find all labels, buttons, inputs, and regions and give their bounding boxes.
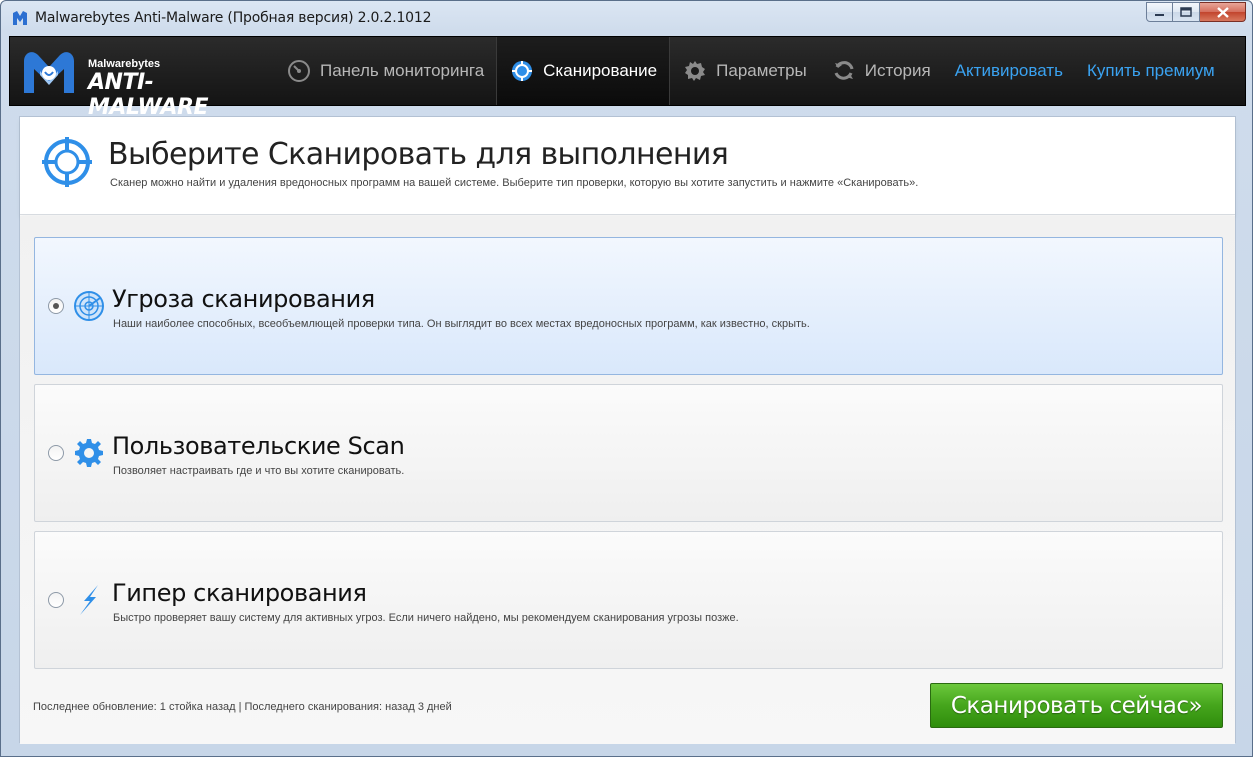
scan-target-icon bbox=[509, 58, 535, 84]
malwarebytes-logo-icon bbox=[13, 11, 27, 25]
lightning-icon bbox=[73, 584, 105, 616]
activate-link[interactable]: Активировать bbox=[943, 37, 1075, 105]
close-button[interactable] bbox=[1200, 2, 1246, 22]
gear-icon bbox=[682, 58, 708, 84]
main-nav: Панель мониторинга Сканирование Параметр… bbox=[274, 37, 1227, 105]
app-logo: Malwarebytes ANTI-MALWARE bbox=[18, 43, 258, 120]
app-header: Malwarebytes ANTI-MALWARE Панель монитор… bbox=[9, 36, 1246, 120]
logo-brand-small: Malwarebytes bbox=[88, 58, 161, 70]
minimize-button[interactable] bbox=[1146, 2, 1173, 22]
scan-option-threat-desc: Наши наиболее способных, всеобъемлющей п… bbox=[113, 318, 810, 330]
buy-premium-link[interactable]: Купить премиум bbox=[1075, 37, 1227, 105]
scan-option-hyper-radio[interactable] bbox=[48, 592, 64, 608]
scan-option-hyper-desc: Быстро проверяет вашу систему для активн… bbox=[113, 612, 739, 624]
scan-options-area: Угроза сканирования Наши наиболее способ… bbox=[20, 216, 1235, 744]
scan-target-icon bbox=[42, 137, 92, 187]
scan-option-threat[interactable]: Угроза сканирования Наши наиболее способ… bbox=[34, 237, 1223, 375]
nav-settings-label: Параметры bbox=[716, 61, 807, 80]
nav-dashboard[interactable]: Панель мониторинга bbox=[274, 37, 496, 105]
page-header: Выберите Сканировать для выполнения Скан… bbox=[20, 117, 1235, 215]
scan-option-custom[interactable]: Пользовательские Scan Позволяет настраив… bbox=[34, 384, 1223, 522]
scan-option-hyper-title: Гипер сканирования bbox=[112, 579, 367, 607]
nav-scan[interactable]: Сканирование bbox=[496, 37, 671, 105]
main-content: Выберите Сканировать для выполнения Скан… bbox=[19, 116, 1236, 744]
scan-option-threat-radio[interactable] bbox=[48, 298, 64, 314]
logo-brand-big: ANTI-MALWARE bbox=[88, 70, 209, 120]
scan-option-custom-title: Пользовательские Scan bbox=[112, 432, 405, 460]
malwarebytes-emblem-icon bbox=[24, 52, 74, 93]
status-line: Последнее обновление: 1 стойка назад | П… bbox=[33, 701, 452, 713]
page-subtitle: Сканер можно найти и удаления вредоносны… bbox=[110, 177, 919, 189]
nav-history-label: История bbox=[864, 61, 931, 80]
page-title: Выберите Сканировать для выполнения bbox=[108, 137, 729, 172]
window-title: Malwarebytes Anti-Malware (Пробная верси… bbox=[35, 10, 432, 26]
scan-now-button[interactable]: Сканировать сейчас» bbox=[930, 683, 1223, 728]
title-bar[interactable]: Malwarebytes Anti-Malware (Пробная верси… bbox=[1, 1, 1252, 35]
maximize-button[interactable] bbox=[1173, 2, 1200, 22]
scan-option-threat-title: Угроза сканирования bbox=[112, 285, 375, 313]
scan-option-custom-desc: Позволяет настраивать где и что вы хотит… bbox=[113, 465, 405, 477]
dashboard-icon bbox=[286, 58, 312, 84]
nav-history[interactable]: История bbox=[819, 37, 943, 105]
history-icon bbox=[831, 58, 857, 84]
gear-icon bbox=[73, 437, 105, 469]
nav-scan-label: Сканирование bbox=[543, 61, 658, 80]
nav-dashboard-label: Панель мониторинга bbox=[320, 61, 485, 80]
app-window: Malwarebytes Anti-Malware (Пробная верси… bbox=[0, 0, 1253, 757]
nav-settings[interactable]: Параметры bbox=[670, 37, 819, 105]
scan-option-custom-radio[interactable] bbox=[48, 445, 64, 461]
window-controls bbox=[1146, 2, 1246, 22]
scan-option-hyper[interactable]: Гипер сканирования Быстро проверяет вашу… bbox=[34, 531, 1223, 669]
radar-icon bbox=[73, 290, 105, 322]
